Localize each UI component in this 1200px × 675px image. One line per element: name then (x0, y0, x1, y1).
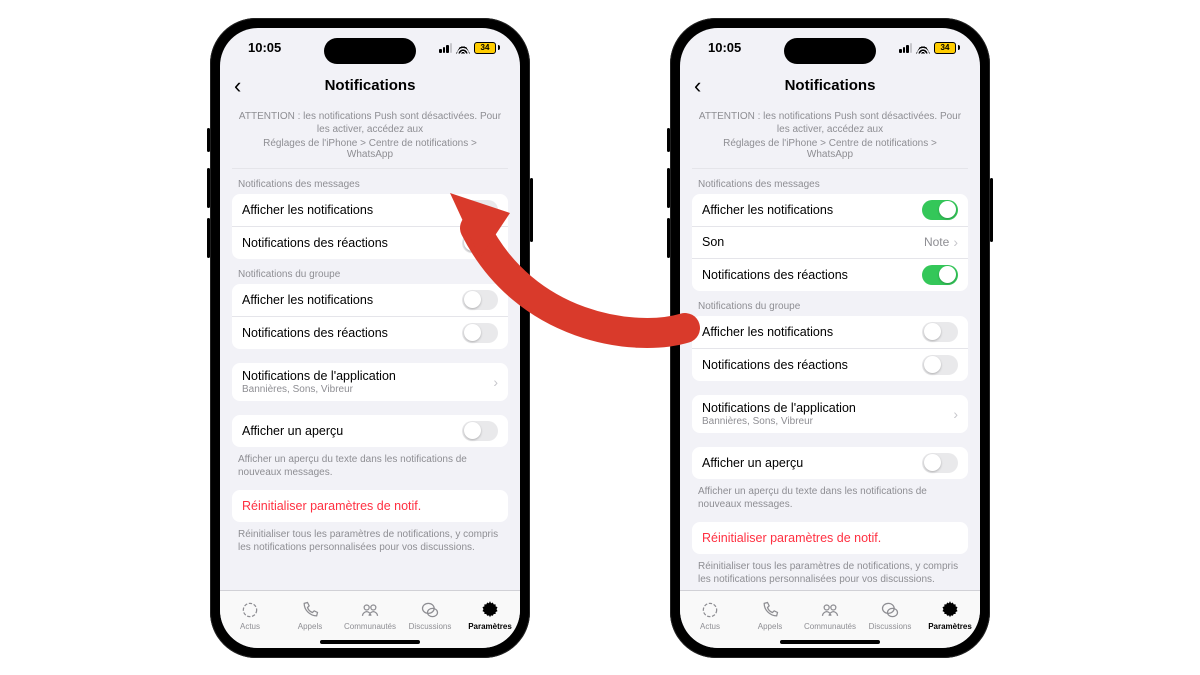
push-warning-line1: ATTENTION : les notifications Push sont … (680, 104, 980, 138)
chat-bubbles-icon (420, 600, 440, 620)
status-ring-icon (700, 600, 720, 620)
preview-footer: Afficher un aperçu du texte dans les not… (220, 447, 520, 482)
row-show-preview[interactable]: Afficher un aperçu (692, 447, 968, 479)
nav-bar: ‹ Notifications (220, 68, 520, 104)
battery-icon: 34 (934, 42, 960, 54)
section-header-messages: Notifications des messages (680, 169, 980, 194)
dynamic-island (324, 38, 416, 64)
section-header-group: Notifications du groupe (680, 291, 980, 316)
row-group-show-notifications[interactable]: Afficher les notifications (232, 284, 508, 316)
phone-left: 10:05 34 ‹ Notifications ATTENTION : les… (210, 18, 530, 658)
battery-icon: 34 (474, 42, 500, 54)
dynamic-island (784, 38, 876, 64)
row-sound[interactable]: Son Note › (692, 226, 968, 258)
home-indicator (320, 640, 420, 644)
tab-communautes[interactable]: Communautés (340, 591, 400, 640)
tab-parametres[interactable]: Paramètres (920, 591, 980, 640)
tab-parametres[interactable]: Paramètres (460, 591, 520, 640)
status-ring-icon (240, 600, 260, 620)
chevron-right-icon: › (953, 234, 958, 250)
toggle-show-preview[interactable] (462, 421, 498, 441)
chevron-right-icon: › (953, 406, 958, 422)
back-chevron-icon[interactable]: ‹ (694, 75, 701, 97)
row-reaction-notifications[interactable]: Notifications des réactions (232, 226, 508, 259)
toggle-show-preview[interactable] (922, 453, 958, 473)
preview-footer: Afficher un aperçu du texte dans les not… (680, 479, 980, 514)
sound-value: Note (924, 235, 949, 249)
row-group-show-notifications[interactable]: Afficher les notifications (692, 316, 968, 348)
row-show-preview[interactable]: Afficher un aperçu (232, 415, 508, 447)
row-show-notifications[interactable]: Afficher les notifications (692, 194, 968, 226)
row-reaction-notifications[interactable]: Notifications des réactions (692, 258, 968, 291)
toggle-group-reaction-notifications[interactable] (462, 323, 498, 343)
tab-appels[interactable]: Appels (280, 591, 340, 640)
push-warning-line2: Réglages de l'iPhone > Centre de notific… (232, 138, 508, 169)
phone-right: 10:05 34 ‹ Notifications ATTENTION : les… (670, 18, 990, 658)
back-chevron-icon[interactable]: ‹ (234, 75, 241, 97)
row-group-reaction-notifications[interactable]: Notifications des réactions (692, 348, 968, 381)
gear-icon (940, 600, 960, 620)
row-app-notifications[interactable]: Notifications de l'application Bannières… (232, 363, 508, 401)
chat-bubbles-icon (880, 600, 900, 620)
toggle-reaction-notifications[interactable] (922, 265, 958, 285)
cellular-icon (899, 43, 912, 53)
nav-bar: ‹ Notifications (680, 68, 980, 104)
section-header-group: Notifications du groupe (220, 259, 520, 284)
tab-discussions[interactable]: Discussions (400, 591, 460, 640)
tab-discussions[interactable]: Discussions (860, 591, 920, 640)
page-title: Notifications (680, 77, 980, 94)
wifi-icon (456, 42, 470, 54)
section-header-messages: Notifications des messages (220, 169, 520, 194)
page-title: Notifications (220, 77, 520, 94)
row-reset-notifications[interactable]: Réinitialiser paramètres de notif. (232, 490, 508, 522)
tab-actus[interactable]: Actus (680, 591, 740, 640)
toggle-group-show-notifications[interactable] (922, 322, 958, 342)
home-indicator (780, 640, 880, 644)
chevron-right-icon: › (493, 374, 498, 390)
push-warning-line1: ATTENTION : les notifications Push sont … (220, 104, 520, 138)
reset-footer: Réinitialiser tous les paramètres de not… (220, 522, 520, 557)
row-app-notifications[interactable]: Notifications de l'application Bannières… (692, 395, 968, 433)
phone-icon (760, 600, 780, 620)
row-reset-notifications[interactable]: Réinitialiser paramètres de notif. (692, 522, 968, 554)
toggle-reaction-notifications[interactable] (462, 233, 498, 253)
tab-communautes[interactable]: Communautés (800, 591, 860, 640)
people-icon (820, 600, 840, 620)
cellular-icon (439, 43, 452, 53)
toggle-group-reaction-notifications[interactable] (922, 355, 958, 375)
toggle-group-show-notifications[interactable] (462, 290, 498, 310)
row-show-notifications[interactable]: Afficher les notifications (232, 194, 508, 226)
status-time: 10:05 (708, 40, 741, 55)
tab-actus[interactable]: Actus (220, 591, 280, 640)
people-icon (360, 600, 380, 620)
push-warning-line2: Réglages de l'iPhone > Centre de notific… (692, 138, 968, 169)
row-group-reaction-notifications[interactable]: Notifications des réactions (232, 316, 508, 349)
wifi-icon (916, 42, 930, 54)
toggle-show-notifications[interactable] (462, 200, 498, 220)
toggle-show-notifications[interactable] (922, 200, 958, 220)
tab-appels[interactable]: Appels (740, 591, 800, 640)
gear-icon (480, 600, 500, 620)
status-time: 10:05 (248, 40, 281, 55)
phone-icon (300, 600, 320, 620)
reset-footer: Réinitialiser tous les paramètres de not… (680, 554, 980, 589)
